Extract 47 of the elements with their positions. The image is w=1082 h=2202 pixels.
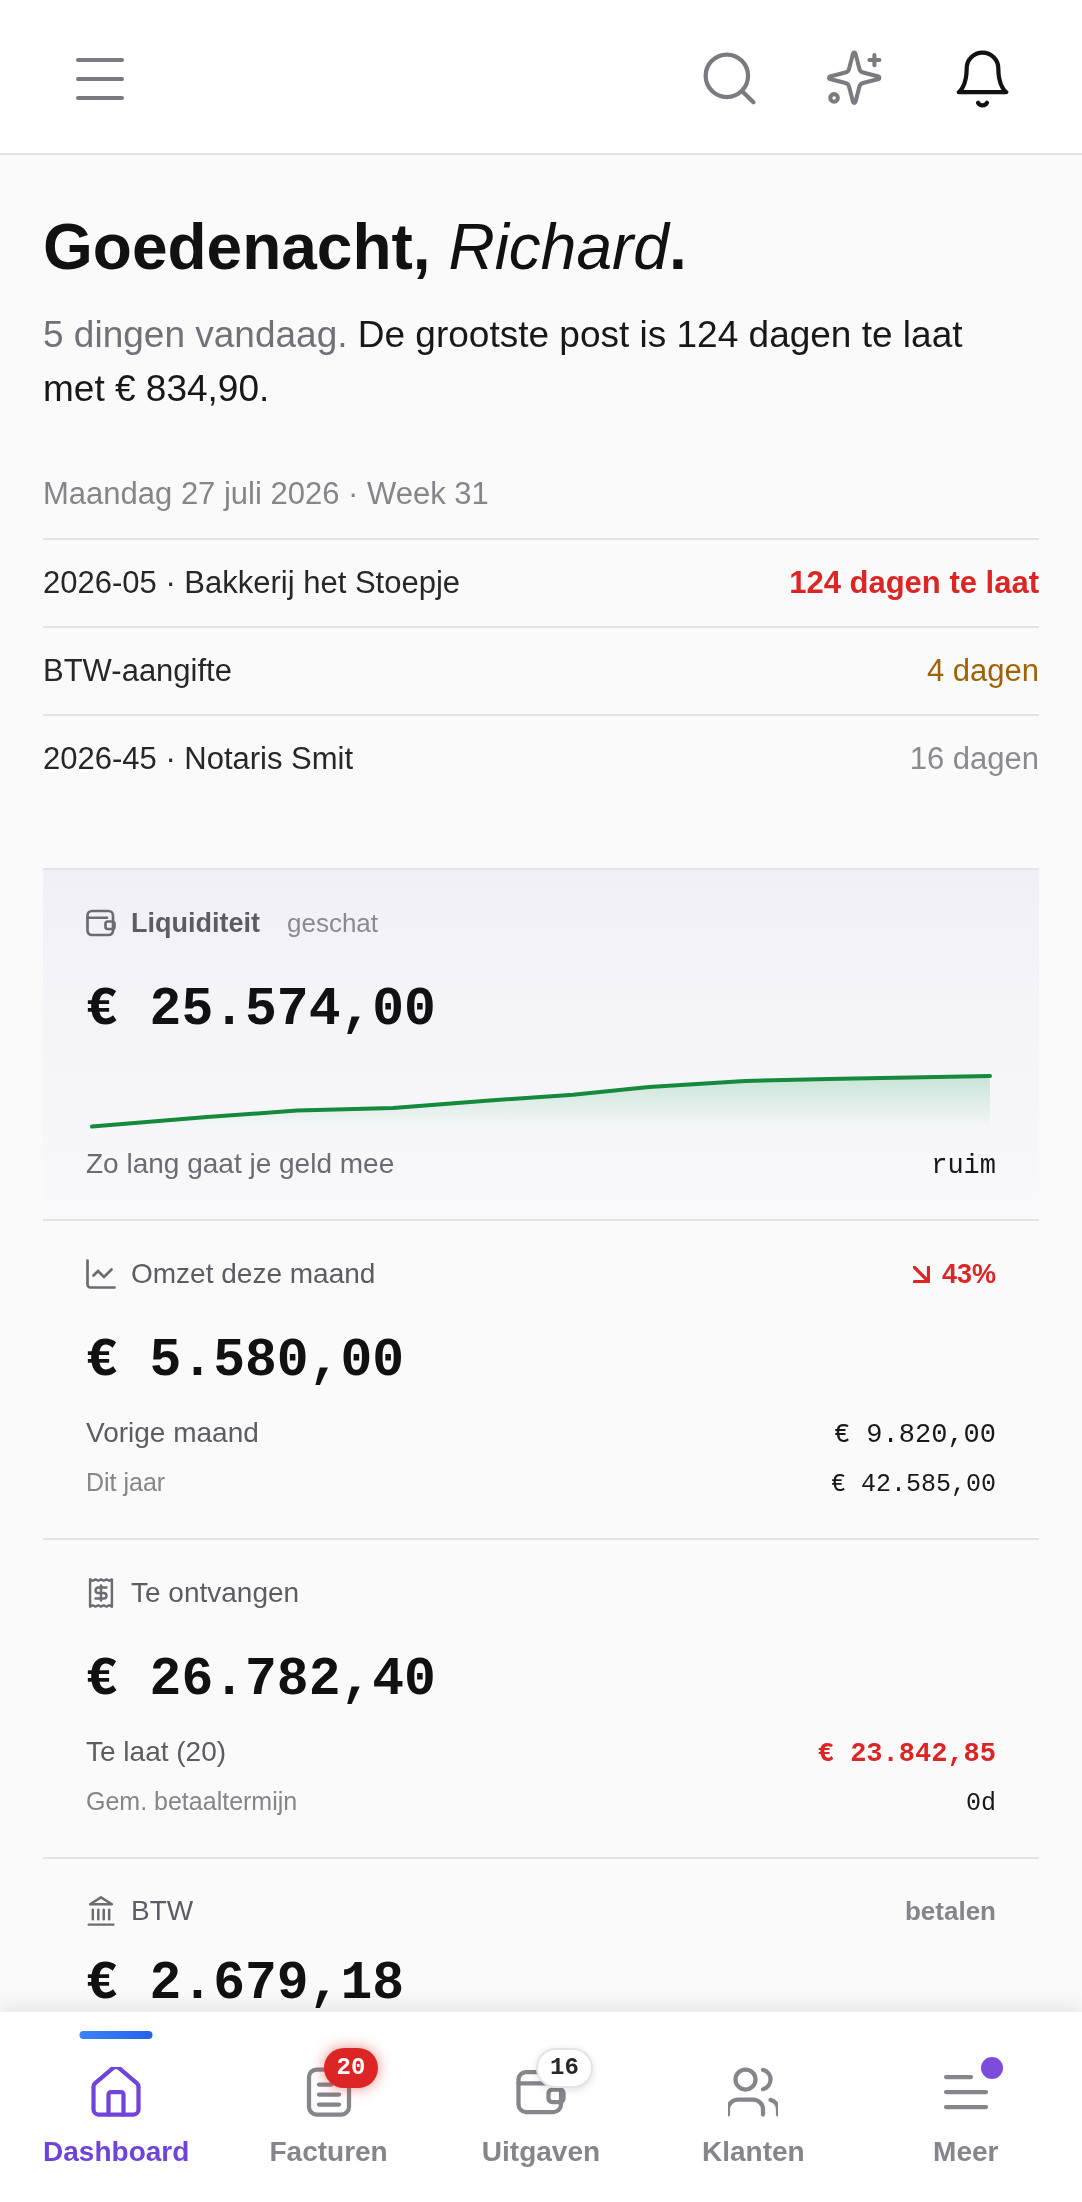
search-icon[interactable]: [703, 52, 756, 105]
nav-tab[interactable]: 20 Facturen: [222, 2012, 435, 2202]
summary-text: 5 dingen vandaag. De grootste post is 124 dagen te laat met € 834,90.: [43, 313, 964, 411]
house-icon: [91, 2067, 142, 2117]
agenda-item-title: 2026-45 · Notaris Smit: [43, 740, 354, 778]
card-title: BTW: [131, 1894, 194, 1928]
amount-value: € 2.679,18: [86, 1959, 405, 2009]
card-title: Omzet deze maand: [131, 1257, 376, 1291]
amount-value: € 26.782,40: [86, 1649, 436, 1712]
due-label: 4 dagen: [926, 652, 1039, 690]
detail-value: 0d: [966, 1789, 996, 1819]
detail-value: € 42.585,00: [830, 1470, 996, 1500]
bank-icon: [86, 1896, 116, 1926]
detail-label: Gem. betaaltermijn: [86, 1786, 298, 1816]
date-text: Maandag 27 juli 2026 · Week 31: [43, 476, 489, 512]
detail-label: Vorige maand: [86, 1416, 259, 1450]
card-title: Liquiditeit: [131, 907, 260, 940]
users-icon: [728, 2067, 779, 2117]
card-note: geschat: [287, 907, 379, 940]
agenda-item-title: 2026-05 · Bakkerij het Stoepje: [43, 564, 461, 602]
detail-label: Dit jaar: [86, 1467, 166, 1497]
receipt-icon: [86, 1578, 116, 1608]
amount-value: € 25.574,00: [86, 979, 436, 1042]
footer-value: ruim: [931, 1150, 996, 1182]
detail-value: € 9.820,00: [833, 1419, 996, 1451]
due-label: 16 dagen: [909, 740, 1039, 778]
nav-tab[interactable]: Meer: [859, 2012, 1072, 2202]
count-badge: 20: [323, 2048, 379, 2088]
bell-icon[interactable]: [956, 49, 1009, 108]
count-badge: 16: [536, 2048, 593, 2088]
greeting-heading: Goedenacht, Richard.: [43, 210, 687, 285]
line-chart-icon: [86, 1259, 116, 1289]
detail-value: € 23.842,85: [817, 1738, 996, 1770]
footer-label: Zo lang gaat je geld mee: [86, 1147, 395, 1181]
nav-tab[interactable]: Klanten: [647, 2012, 860, 2202]
due-label: 124 dagen te laat: [789, 564, 1039, 602]
status-label: betalen: [904, 1895, 996, 1928]
menu-icon[interactable]: [76, 57, 124, 100]
nav-tab[interactable]: 16 Uitgaven: [434, 2012, 648, 2202]
amount-value: € 5.580,00: [86, 1330, 405, 1393]
detail-label: Te laat (20): [86, 1735, 227, 1769]
nav-tab[interactable]: Dashboard: [10, 2012, 223, 2202]
trend-percentage: 43%: [941, 1258, 996, 1291]
agenda-item-title: BTW-aangifte: [43, 652, 232, 690]
wallet-icon: [86, 908, 116, 938]
card-title: Te ontvangen: [131, 1576, 300, 1610]
arrow-down-right-icon: [912, 1265, 930, 1283]
